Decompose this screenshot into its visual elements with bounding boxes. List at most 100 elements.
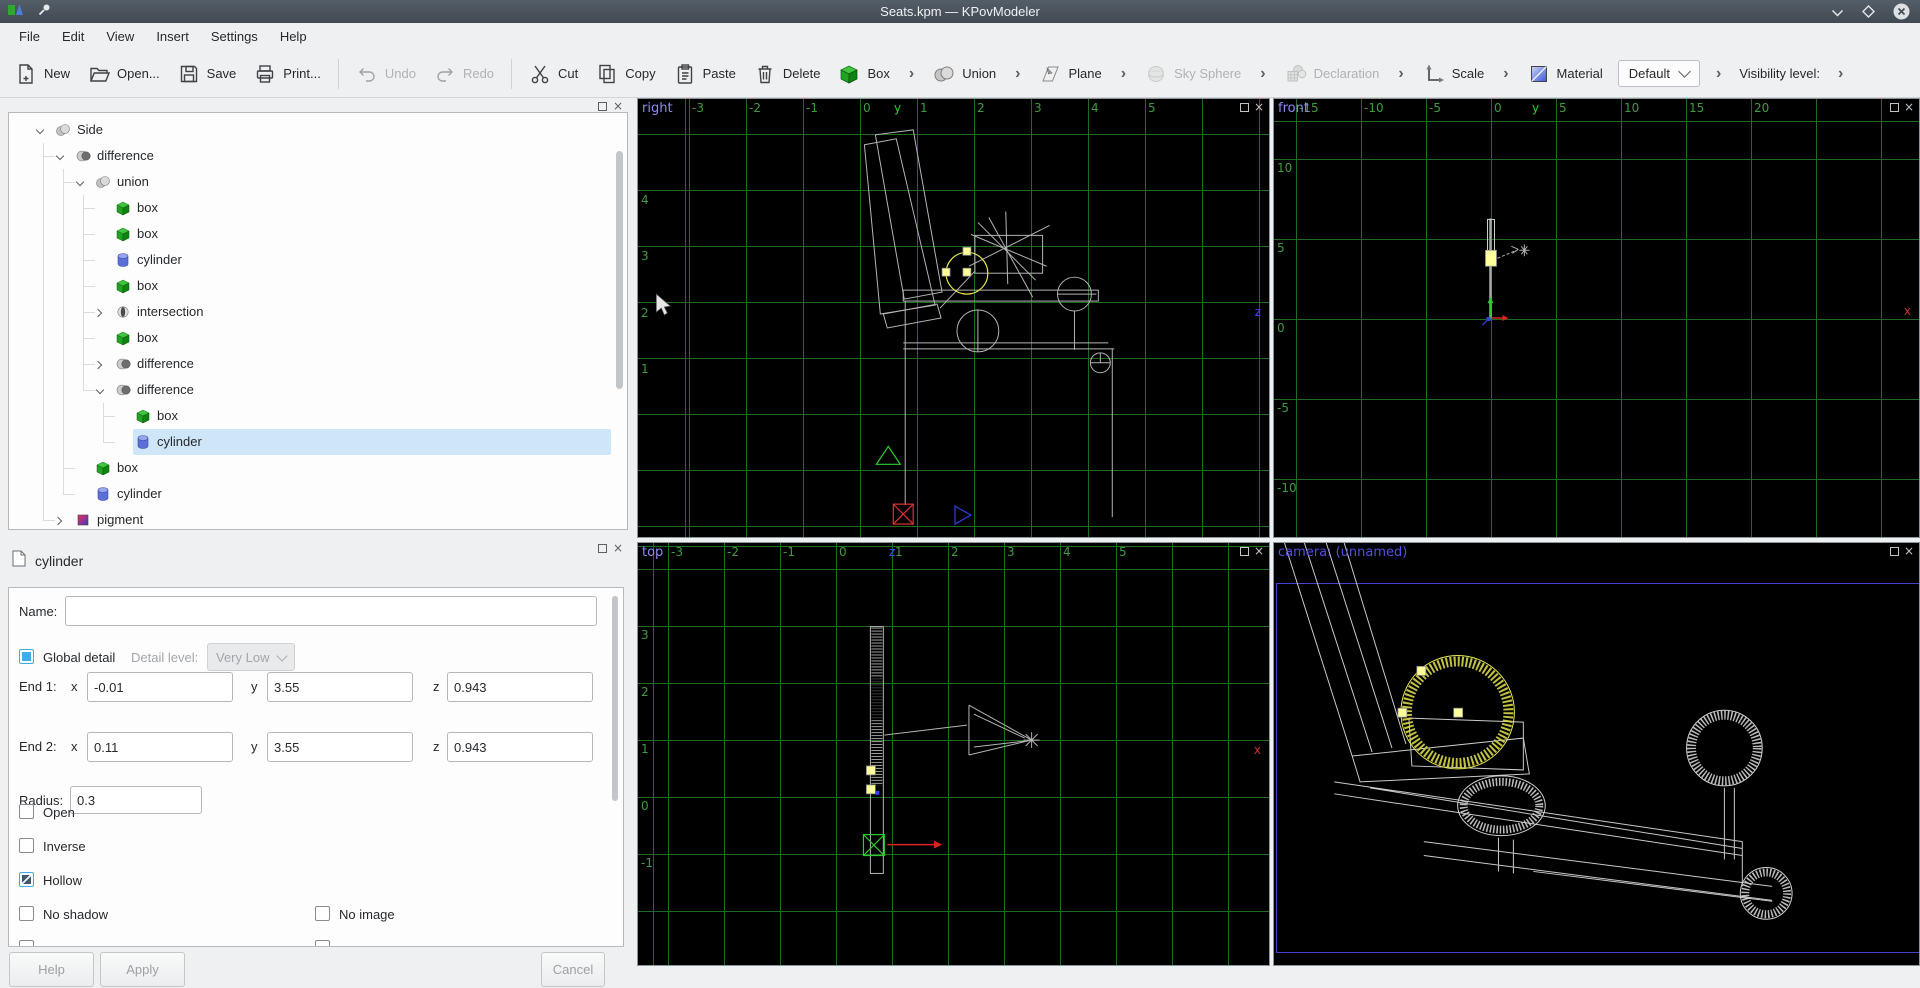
material-icon (1528, 63, 1550, 85)
tree-item-cylinder-12[interactable]: cylinder (9, 429, 627, 455)
maximize-button[interactable] (1862, 5, 1875, 23)
toolbar-button-cut[interactable]: Cut (520, 57, 587, 91)
tree-item-side-0[interactable]: Side (9, 117, 627, 143)
expander-right-icon[interactable] (55, 516, 65, 526)
menu-settings[interactable]: Settings (200, 25, 269, 48)
menu-edit[interactable]: Edit (51, 25, 95, 48)
end1-x-input[interactable] (87, 672, 233, 702)
tree-item-union-2[interactable]: union (9, 169, 627, 195)
no-shadow-checkbox[interactable] (19, 906, 34, 921)
viewport-top[interactable]: -3-2-1012345z 3210-1 top × x (637, 542, 1270, 966)
no-image-checkbox[interactable] (315, 906, 330, 921)
toolbar-button-print[interactable]: Print... (245, 57, 330, 91)
end2-z-input[interactable] (447, 732, 593, 762)
tree-item-box-4[interactable]: box (9, 221, 627, 247)
ruler-tick: 0 (839, 545, 847, 559)
expander-down-icon[interactable] (95, 386, 105, 396)
toolbar-button-undo[interactable]: Undo (347, 57, 425, 91)
hollow-checkbox[interactable] (19, 872, 34, 887)
toolbar-button-delete[interactable]: Delete (745, 57, 830, 91)
toolbar-combo-default[interactable]: Default (1618, 60, 1700, 87)
menu-help[interactable]: Help (269, 25, 318, 48)
global-detail-checkbox[interactable] (19, 649, 34, 664)
toolbar-button-sky-sphere[interactable]: Sky Sphere (1136, 57, 1250, 91)
close-icon[interactable]: × (1904, 545, 1914, 557)
toolbar-button-box[interactable]: Box (829, 57, 898, 91)
viewport-camera[interactable]: camera: (unnamed) × (1273, 542, 1920, 966)
close-panel-icon[interactable]: × (613, 100, 623, 112)
float-panel-icon[interactable] (598, 102, 607, 111)
tree-item-pigment-15[interactable]: pigment (9, 507, 627, 530)
close-icon[interactable]: × (1254, 101, 1264, 113)
tree-item-cylinder-14[interactable]: cylinder (9, 481, 627, 507)
restore-icon[interactable] (1890, 547, 1899, 556)
inverse-checkbox[interactable] (19, 838, 34, 853)
restore-icon[interactable] (1240, 547, 1249, 556)
box-icon (115, 330, 131, 346)
toolbar-button-plane[interactable]: Plane (1030, 57, 1110, 91)
toolbar-button-material[interactable]: Material (1519, 57, 1612, 91)
expander-right-icon[interactable] (95, 308, 105, 318)
minimize-button[interactable] (1831, 5, 1844, 23)
toolbar-button-paste[interactable]: Paste (665, 57, 745, 91)
tree-item-cylinder-5[interactable]: cylinder (9, 247, 627, 273)
clipped-checkbox[interactable] (19, 940, 34, 947)
properties-scrollbar-thumb[interactable] (612, 596, 618, 801)
expander-down-icon[interactable] (75, 178, 85, 188)
close-icon[interactable]: × (1254, 545, 1264, 557)
toolbar-button-label: Copy (625, 66, 655, 81)
expander-right-icon[interactable] (95, 360, 105, 370)
menu-view[interactable]: View (95, 25, 145, 48)
tree-item-difference-1[interactable]: difference (9, 143, 627, 169)
toolbar-button-new[interactable]: New (6, 57, 79, 91)
tree-item-intersection-7[interactable]: intersection (9, 299, 627, 325)
toolbar-button-copy[interactable]: Copy (587, 57, 664, 91)
end2-y-input[interactable] (267, 732, 413, 762)
menu-file[interactable]: File (8, 25, 51, 48)
name-input[interactable] (65, 596, 597, 626)
clipped-checkbox[interactable] (315, 940, 330, 947)
properties-scrollbar[interactable] (611, 592, 619, 942)
restore-icon[interactable] (1240, 103, 1249, 112)
cancel-button[interactable]: Cancel (541, 952, 605, 987)
close-panel-icon[interactable]: × (613, 542, 623, 554)
toolbar-button-save[interactable]: Save (169, 57, 246, 91)
toolbar-button-union[interactable]: Union (924, 57, 1005, 91)
viewport-right[interactable]: -3-2-1012345y 4321 right × z (637, 98, 1270, 538)
tree-scrollbar[interactable] (615, 115, 624, 527)
help-button[interactable]: Help (9, 952, 94, 987)
toolbar-button-declaration[interactable]: Declaration (1276, 57, 1389, 91)
tree-item-box-13[interactable]: box (9, 455, 627, 481)
tree-item-box-3[interactable]: box (9, 195, 627, 221)
end1-y-input[interactable] (267, 672, 413, 702)
object-tree[interactable]: Sidedifferenceunionboxboxcylinderboxinte… (8, 112, 628, 530)
detail-level-select[interactable]: Very Low (207, 643, 295, 671)
toolbar-button-scale[interactable]: Scale (1414, 57, 1494, 91)
hollow-label: Hollow (43, 873, 82, 888)
expander-down-icon[interactable] (55, 152, 65, 162)
viewport-front[interactable]: -15-10-505101520y 1050-5-10 front × x (1273, 98, 1920, 538)
close-icon[interactable]: × (1904, 101, 1914, 113)
toolbar-button-redo[interactable]: Redo (425, 57, 503, 91)
tree-item-difference-9[interactable]: difference (9, 351, 627, 377)
apply-button[interactable]: Apply (100, 952, 185, 987)
close-button[interactable] (1893, 3, 1910, 25)
end2-x-input[interactable] (87, 732, 233, 762)
menu-insert[interactable]: Insert (145, 25, 200, 48)
toolbar-button-open[interactable]: Open... (79, 57, 169, 91)
open-checkbox[interactable] (19, 804, 34, 819)
toolbar-button-label: Sky Sphere (1174, 66, 1241, 81)
title-bar[interactable]: Seats.kpm — KPovModeler (0, 0, 1920, 23)
tree-item-box-6[interactable]: box (9, 273, 627, 299)
float-panel-icon[interactable] (598, 544, 607, 553)
tree-item-difference-10[interactable]: difference (9, 377, 627, 403)
tree-item-box-8[interactable]: box (9, 325, 627, 351)
viewport-controls: × (1240, 101, 1264, 113)
tree-item-box-11[interactable]: box (9, 403, 627, 429)
tree-scrollbar-thumb[interactable] (616, 151, 623, 389)
axis-x-label: x (1904, 304, 1911, 318)
radius-input[interactable] (70, 786, 202, 814)
restore-icon[interactable] (1890, 103, 1899, 112)
expander-down-icon[interactable] (35, 126, 45, 136)
end1-z-input[interactable] (447, 672, 593, 702)
